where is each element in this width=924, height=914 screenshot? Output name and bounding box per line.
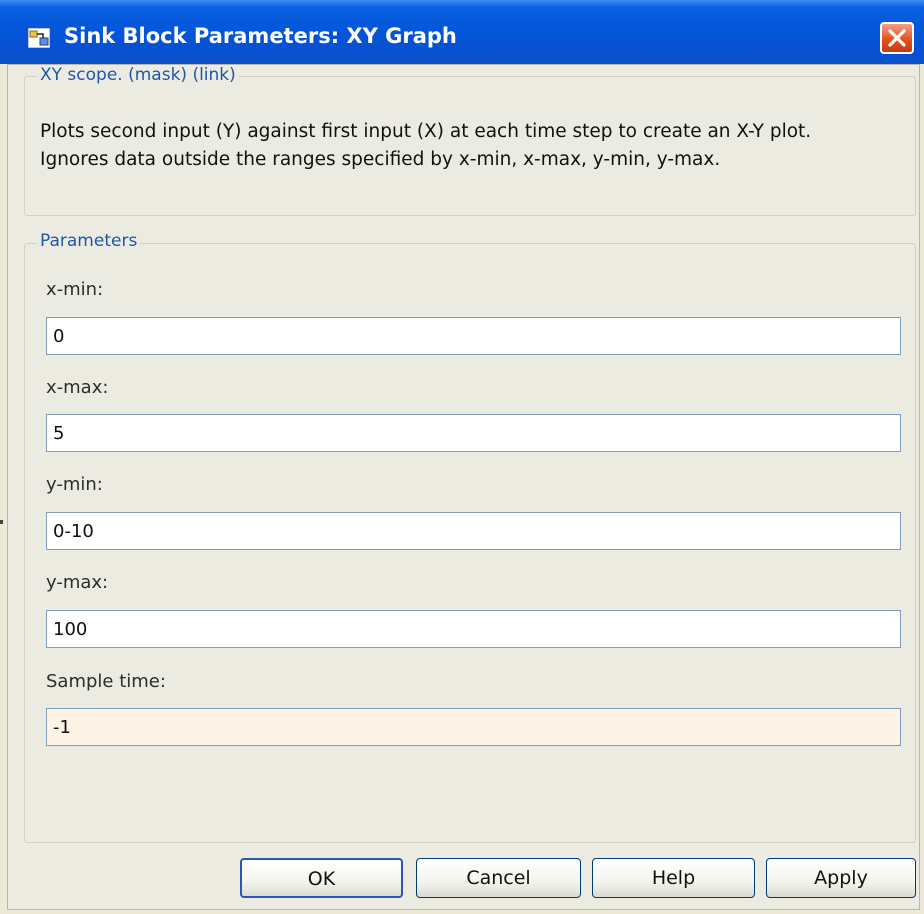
- simulink-block-icon: [27, 27, 51, 49]
- x-max-value: 5: [53, 423, 65, 444]
- sample-time-label: Sample time:: [46, 671, 166, 692]
- help-button[interactable]: Help: [592, 858, 755, 898]
- ok-button[interactable]: OK: [240, 858, 403, 898]
- apply-button[interactable]: Apply: [766, 858, 916, 898]
- x-max-input[interactable]: 5: [46, 414, 901, 452]
- y-min-input[interactable]: 0-10: [46, 512, 901, 550]
- close-button[interactable]: [880, 22, 914, 54]
- dialog-window: Sink Block Parameters: XY Graph XY scope…: [0, 0, 924, 914]
- sample-time-value: -1: [53, 717, 71, 738]
- y-min-value: 0-10: [53, 521, 94, 542]
- x-max-label: x-max:: [46, 377, 109, 398]
- parameters-group-legend: Parameters: [37, 231, 141, 251]
- y-max-input[interactable]: 100: [46, 610, 901, 648]
- y-max-value: 100: [53, 619, 88, 640]
- y-min-label: y-min:: [46, 474, 103, 495]
- edge-mark: [0, 520, 3, 524]
- close-icon: [888, 29, 906, 47]
- cancel-button[interactable]: Cancel: [416, 858, 581, 898]
- x-min-label: x-min:: [46, 279, 104, 300]
- description-group-legend: XY scope. (mask) (link): [37, 65, 239, 85]
- title-bar[interactable]: Sink Block Parameters: XY Graph: [0, 0, 924, 64]
- y-max-label: y-max:: [46, 572, 109, 593]
- window-title: Sink Block Parameters: XY Graph: [64, 24, 457, 48]
- block-description: Plots second input (Y) against first inp…: [40, 121, 812, 170]
- x-min-input[interactable]: 0: [46, 317, 901, 355]
- x-min-value: 0: [53, 326, 65, 347]
- sample-time-input[interactable]: -1: [46, 708, 901, 746]
